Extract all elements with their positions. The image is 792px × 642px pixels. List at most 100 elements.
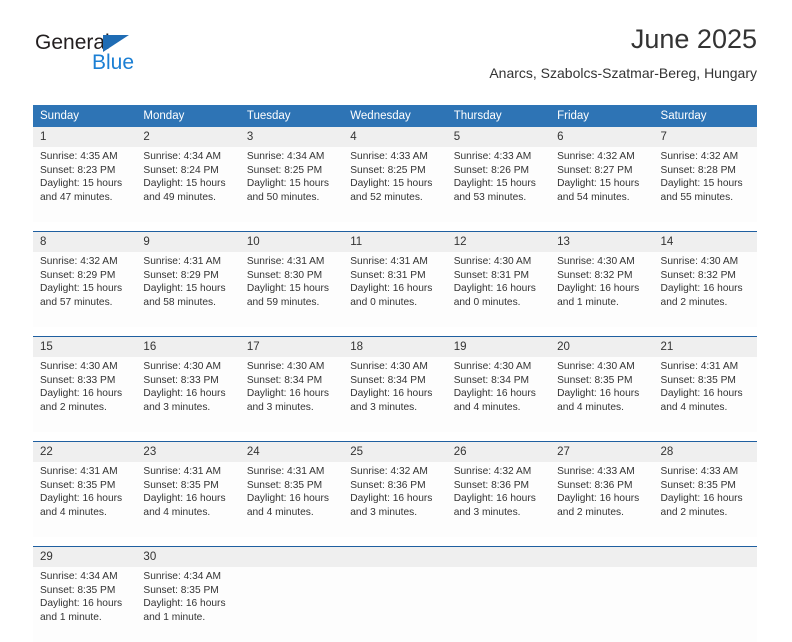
day-cell[interactable]: Sunrise: 4:33 AM Sunset: 8:36 PM Daylight:… <box>550 462 654 537</box>
day-cell[interactable]: Sunrise: 4:32 AM Sunset: 8:36 PM Daylight:… <box>343 462 447 537</box>
weekday-header-tuesday: Tuesday <box>239 105 344 127</box>
day-number[interactable]: 27 <box>550 441 654 462</box>
daylight-text-line2: and 2 minutes. <box>660 506 728 518</box>
day-cell[interactable]: Sunrise: 4:31 AM Sunset: 8:29 PM Daylight:… <box>136 252 240 327</box>
weekday-header-friday: Friday <box>550 105 654 127</box>
day-cell[interactable]: Sunrise: 4:30 AM Sunset: 8:32 PM Daylight:… <box>653 252 757 327</box>
weekday-header-monday: Monday <box>136 105 240 127</box>
day-cell[interactable]: Sunrise: 4:31 AM Sunset: 8:35 PM Daylight:… <box>136 462 240 537</box>
day-cell[interactable]: Sunrise: 4:32 AM Sunset: 8:29 PM Daylight:… <box>33 252 137 327</box>
sunrise-text: Sunrise: 4:30 AM <box>453 256 532 267</box>
page-header: General Blue June 2025 Anarcs, Szabolcs-… <box>33 22 757 98</box>
day-number[interactable]: 8 <box>33 231 137 252</box>
day-number[interactable]: 21 <box>653 336 757 357</box>
day-cell[interactable]: Sunrise: 4:31 AM Sunset: 8:30 PM Daylight:… <box>239 252 344 327</box>
daylight-text-line1: Daylight: 16 hours <box>660 283 743 295</box>
day-number[interactable]: 11 <box>343 231 447 252</box>
day-cell[interactable]: Sunrise: 4:32 AM Sunset: 8:36 PM Daylight:… <box>446 462 551 537</box>
day-number[interactable]: 2 <box>136 127 240 147</box>
day-number[interactable]: 23 <box>136 441 240 462</box>
daylight-text-line1: Daylight: 16 hours <box>246 493 329 505</box>
day-cell[interactable]: Sunrise: 4:32 AM Sunset: 8:28 PM Daylight:… <box>653 147 757 222</box>
day-number[interactable]: 29 <box>33 546 137 567</box>
day-cell[interactable]: Sunrise: 4:31 AM Sunset: 8:35 PM Daylight:… <box>33 462 137 537</box>
day-cell[interactable]: Sunrise: 4:34 AM Sunset: 8:24 PM Daylight:… <box>136 147 240 222</box>
day-number-empty <box>653 546 757 567</box>
day-cell[interactable]: Sunrise: 4:30 AM Sunset: 8:34 PM Daylight:… <box>239 357 344 432</box>
day-cell[interactable]: Sunrise: 4:32 AM Sunset: 8:27 PM Daylight:… <box>550 147 654 222</box>
day-cell[interactable]: Sunrise: 4:30 AM Sunset: 8:34 PM Daylight:… <box>343 357 447 432</box>
sunset-text: Sunset: 8:36 PM <box>350 479 426 491</box>
day-cell[interactable]: Sunrise: 4:30 AM Sunset: 8:33 PM Daylight:… <box>33 357 137 432</box>
day-number[interactable]: 14 <box>653 231 757 252</box>
day-number[interactable]: 25 <box>343 441 447 462</box>
day-number[interactable]: 26 <box>446 441 551 462</box>
daylight-text-line2: and 47 minutes. <box>40 191 113 203</box>
sunrise-text: Sunrise: 4:31 AM <box>246 256 325 267</box>
day-cell[interactable]: Sunrise: 4:30 AM Sunset: 8:32 PM Daylight:… <box>550 252 654 327</box>
daylight-text-line2: and 4 minutes. <box>40 506 107 518</box>
sunset-text: Sunset: 8:34 PM <box>453 374 530 386</box>
day-number[interactable]: 7 <box>653 127 757 147</box>
day-number[interactable]: 19 <box>446 336 551 357</box>
day-number[interactable]: 16 <box>136 336 240 357</box>
day-number[interactable]: 4 <box>343 127 447 147</box>
sunset-text: Sunset: 8:33 PM <box>40 374 116 386</box>
day-cell[interactable]: Sunrise: 4:31 AM Sunset: 8:35 PM Daylight:… <box>239 462 344 537</box>
weekday-header-saturday: Saturday <box>653 105 757 127</box>
day-cell[interactable]: Sunrise: 4:31 AM Sunset: 8:35 PM Daylight:… <box>653 357 757 432</box>
day-number[interactable]: 18 <box>343 336 447 357</box>
day-number[interactable]: 30 <box>136 546 240 567</box>
daylight-text-line2: and 2 minutes. <box>660 296 728 308</box>
day-cell[interactable]: Sunrise: 4:31 AM Sunset: 8:31 PM Daylight:… <box>343 252 447 327</box>
day-number[interactable]: 3 <box>239 127 344 147</box>
day-number[interactable]: 17 <box>239 336 344 357</box>
day-number[interactable]: 20 <box>550 336 654 357</box>
week-row-daynumbers: 1 2 3 4 5 6 7 <box>33 127 757 147</box>
general-blue-logo[interactable]: General Blue <box>33 32 213 82</box>
day-cell[interactable]: Sunrise: 4:33 AM Sunset: 8:35 PM Daylight:… <box>653 462 757 537</box>
day-number[interactable]: 15 <box>33 336 137 357</box>
sunrise-text: Sunrise: 4:32 AM <box>453 466 532 477</box>
day-cell-empty <box>550 567 654 642</box>
day-cell[interactable]: Sunrise: 4:30 AM Sunset: 8:33 PM Daylight:… <box>136 357 240 432</box>
sunset-text: Sunset: 8:35 PM <box>557 374 633 386</box>
week-row-details: Sunrise: 4:32 AM Sunset: 8:29 PM Daylight:… <box>33 252 757 327</box>
sunrise-text: Sunrise: 4:32 AM <box>660 151 739 162</box>
weekday-header-sunday: Sunday <box>33 105 137 127</box>
day-cell[interactable]: Sunrise: 4:33 AM Sunset: 8:26 PM Daylight:… <box>446 147 551 222</box>
sunset-text: Sunset: 8:32 PM <box>557 269 633 281</box>
week-row-details: Sunrise: 4:34 AM Sunset: 8:35 PM Daylight:… <box>33 567 757 642</box>
sunrise-text: Sunrise: 4:32 AM <box>557 151 635 162</box>
sunset-text: Sunset: 8:35 PM <box>143 584 219 596</box>
day-cell[interactable]: Sunrise: 4:30 AM Sunset: 8:34 PM Daylight:… <box>446 357 551 432</box>
daylight-text-line2: and 3 minutes. <box>246 401 314 413</box>
day-cell[interactable]: Sunrise: 4:34 AM Sunset: 8:35 PM Daylight:… <box>33 567 137 642</box>
sunset-text: Sunset: 8:25 PM <box>350 164 426 176</box>
day-number[interactable]: 1 <box>33 127 137 147</box>
day-cell[interactable]: Sunrise: 4:34 AM Sunset: 8:35 PM Daylight:… <box>136 567 240 642</box>
daylight-text-line1: Daylight: 16 hours <box>453 493 536 505</box>
day-number[interactable]: 5 <box>446 127 551 147</box>
day-number[interactable]: 22 <box>33 441 137 462</box>
day-cell[interactable]: Sunrise: 4:34 AM Sunset: 8:25 PM Daylight:… <box>239 147 344 222</box>
day-number[interactable]: 9 <box>136 231 240 252</box>
calendar-header-row: Sunday Monday Tuesday Wednesday Thursday… <box>33 105 757 127</box>
day-number[interactable]: 10 <box>239 231 344 252</box>
daylight-text-line1: Daylight: 15 hours <box>246 283 329 295</box>
day-number[interactable]: 24 <box>239 441 344 462</box>
daylight-text-line1: Daylight: 15 hours <box>660 178 743 190</box>
daylight-text-line2: and 58 minutes. <box>143 296 216 308</box>
day-number[interactable]: 6 <box>550 127 654 147</box>
daylight-text-line2: and 4 minutes. <box>660 401 728 413</box>
day-cell[interactable]: Sunrise: 4:30 AM Sunset: 8:35 PM Daylight:… <box>550 357 654 432</box>
day-number[interactable]: 13 <box>550 231 654 252</box>
day-number[interactable]: 12 <box>446 231 551 252</box>
day-number[interactable]: 28 <box>653 441 757 462</box>
sunset-text: Sunset: 8:29 PM <box>40 269 116 281</box>
day-cell[interactable]: Sunrise: 4:33 AM Sunset: 8:25 PM Daylight:… <box>343 147 447 222</box>
daylight-text-line2: and 4 minutes. <box>246 506 314 518</box>
day-cell[interactable]: Sunrise: 4:30 AM Sunset: 8:31 PM Daylight:… <box>446 252 551 327</box>
day-cell[interactable]: Sunrise: 4:35 AM Sunset: 8:23 PM Daylight:… <box>33 147 137 222</box>
daylight-text-line1: Daylight: 15 hours <box>557 178 640 190</box>
